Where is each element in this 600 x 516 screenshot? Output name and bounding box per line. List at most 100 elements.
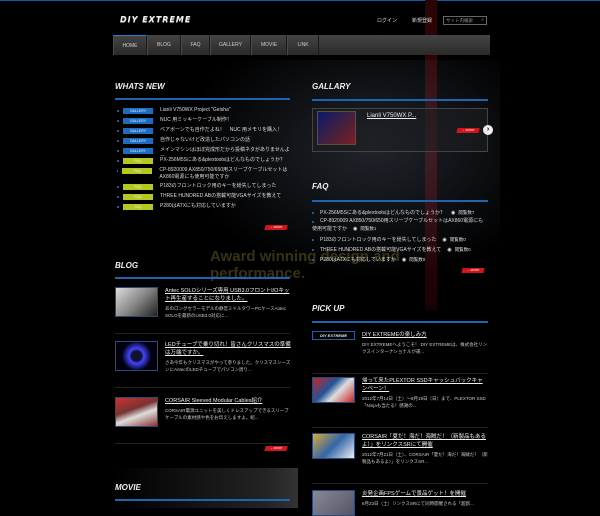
eye-icon: ◉ (442, 237, 447, 243)
whats-new-item[interactable]: FAQ P280はATXにも対応していますか (117, 203, 292, 210)
item-divider (115, 387, 290, 388)
nav-gallery[interactable]: GALLERY (210, 35, 251, 55)
whats-new-more-button[interactable]: → MORE (264, 225, 288, 230)
faq-title: FAQ (312, 182, 329, 191)
section-divider (115, 499, 290, 501)
faq-question[interactable]: P280はATXにも対応していますか (312, 257, 396, 263)
pickup-item-excerpt: 6月23日（土）リンクスSRにて同時開催される「超新... (362, 501, 474, 506)
register-link[interactable]: 新規登録 (412, 17, 432, 24)
pickup-item-title[interactable]: 炎発企画FPSゲームで景品ゲット！を開催 (362, 490, 488, 498)
item-divider (312, 483, 488, 484)
blog-item-excerpt: あのロングセラーモデルの静音ミドルタワーPCケースAntec SOLOを最新のU… (165, 306, 287, 318)
nav-blog[interactable]: BLOG (147, 35, 181, 55)
gallery-more-button[interactable]: → MORE (456, 128, 480, 133)
blog-thumbnail[interactable] (115, 397, 158, 427)
faq-item[interactable]: P183のフロントロック用のキーを紛失してしまった ◉ 閲覧数0 (312, 236, 488, 244)
blog-item-excerpt: さあ今年もクリスマスがやって参りました。クリスマスシーズンにAntecのLEDチ… (165, 360, 291, 372)
faq-question[interactable]: CP-8920009 AX850/750/650用スリーブケーブルセットはAX8… (312, 218, 483, 232)
faq-question[interactable]: THREE HUNDRED ABの搭載可能VGAサイズを教えて (312, 247, 441, 253)
pickup-item-title[interactable]: 帰って来たPLEXTOR SSDキャッシュバックキャンペーン！ (362, 377, 488, 393)
category-badge[interactable]: FAQ (123, 184, 153, 190)
faq-question[interactable]: P183のフロントロック用のキーを紛失してしまった (312, 237, 436, 243)
whats-new-item[interactable]: FAQ THREE HUNDRED ABの搭載可能VGAサイズを教えて (117, 193, 292, 200)
gallery-thumbnail[interactable] (317, 111, 356, 145)
whats-new-link[interactable]: THREE HUNDRED ABの搭載可能VGAサイズを教えて (160, 193, 281, 200)
bullet-icon (117, 120, 119, 122)
pickup-thumbnail[interactable] (312, 490, 355, 516)
blog-thumbnail[interactable] (115, 287, 158, 317)
faq-item[interactable]: P280はATXにも対応していますか ◉ 閲覧数0 (312, 256, 488, 264)
whats-new-link[interactable]: CP-8920009 AX850/750/650用スリーブケーブルセットはAX8… (159, 167, 292, 181)
pickup-item-title[interactable]: DIY EXTREMEの楽しみ方 (362, 331, 488, 339)
top-accent-line (0, 0, 600, 1)
diy-extreme-badge[interactable]: DIY EXTREME (312, 331, 355, 340)
whats-new-item[interactable]: FAQ CP-8920009 AX850/750/650用スリーブケーブルセットは… (117, 167, 292, 181)
whats-new-link[interactable]: P183のフロントロック用のキーを紛失してしまった (160, 183, 276, 190)
category-badge[interactable]: GALLERY (123, 128, 153, 134)
category-badge[interactable]: GALLERY (123, 138, 153, 144)
faq-question[interactable]: PX-256M5Sにある&plextoolsはどんなものでしょうか？ (312, 210, 445, 216)
whats-new-item[interactable]: FAQ PX-256M5Sにある&plextoolsはどんなものでしょうか？ (117, 157, 292, 164)
bullet-icon (117, 150, 119, 152)
faq-item[interactable]: CP-8920009 AX850/750/650用スリーブケーブルセットはAX8… (312, 218, 488, 233)
bullet-icon (117, 130, 119, 132)
eye-icon: ◉ (353, 226, 358, 232)
whats-new-link[interactable]: 自作じゃないけど改造したパソコンの話 (160, 137, 250, 144)
nav-link[interactable]: LINK (287, 35, 319, 55)
whats-new-link[interactable]: P280はATXにも対応していますか (160, 203, 236, 210)
login-link[interactable]: ログイン (377, 17, 397, 24)
chevron-right-icon[interactable]: › (483, 125, 493, 135)
blog-item-excerpt: CORSAIR電源ユニットを美しくドレスアップできるスリーブケーブルの素材感や色… (165, 408, 289, 420)
whats-new-item[interactable]: GALLERY NUC 用ミッキーケーブル制作！ (117, 117, 292, 124)
pickup-item-excerpt: DIY EXTREMEへようこそ！ DIY EXTREMEは、株式会社リンクスイ… (362, 342, 488, 354)
item-divider (115, 443, 290, 444)
item-divider (115, 333, 290, 334)
pickup-item-excerpt: 2012年7月21日（土）、CORSAIR「夏だ！海だ！海賊だ！（新製品もあるよ… (362, 452, 488, 464)
site-logo[interactable]: DIY EXTREME (120, 15, 191, 24)
eye-icon: ◉ (447, 247, 452, 253)
whats-new-link[interactable]: ベアボーンでも自作だよね！ NUC 用メモリを購入！ (160, 127, 282, 134)
category-badge[interactable]: FAQ (123, 158, 153, 164)
whats-new-link[interactable]: PX-256M5Sにある&plextoolsはどんなものでしょうか？ (160, 157, 285, 164)
bullet-icon (117, 196, 119, 198)
blog-item-title[interactable]: Antec SOLOシリーズ専用 USB3.0フロントI/Oキット再生産すること… (165, 287, 291, 303)
bullet-icon (117, 140, 119, 142)
category-badge[interactable]: GALLERY (122, 148, 153, 154)
category-badge[interactable]: FAQ (123, 204, 153, 210)
faq-item[interactable]: PX-256M5Sにある&plextoolsはどんなものでしょうか？ ◉ 閲覧数7 (312, 209, 488, 217)
bullet-icon (117, 110, 119, 112)
whats-new-item[interactable]: FAQ P183のフロントロック用のキーを紛失してしまった (117, 183, 292, 190)
view-count: 閲覧数0 (409, 257, 426, 262)
pickup-item-title[interactable]: CORSAIR「夏だ！海だ！海賊だ！（新製品もあるよ）」をリンクスSRにて開催 (362, 433, 488, 449)
search-icon[interactable]: ⌕ (481, 17, 484, 23)
item-divider (312, 373, 488, 374)
category-badge[interactable]: GALLERY (123, 108, 153, 114)
whats-new-item[interactable]: GALLERY Lianli V750WX Project "Geisha" (117, 107, 292, 114)
bullet-icon (117, 160, 119, 162)
faq-item[interactable]: THREE HUNDRED ABの搭載可能VGAサイズを教えて ◉ 閲覧数0 (312, 246, 488, 254)
blog-item-title[interactable]: CORSAIR Sleeved Modular Cables紹介 (165, 397, 291, 405)
section-divider (115, 277, 290, 279)
faq-more-button[interactable]: → MORE (461, 268, 485, 273)
whats-new-link[interactable]: NUC 用ミッキーケーブル制作！ (160, 117, 232, 124)
blog-thumbnail[interactable] (115, 341, 158, 371)
pickup-thumbnail[interactable] (312, 433, 355, 459)
view-count: 閲覧数1 (360, 226, 377, 231)
blog-more-button[interactable]: → MORE (264, 446, 288, 451)
category-badge[interactable]: FAQ (122, 168, 153, 174)
category-badge[interactable]: GALLERY (123, 118, 153, 124)
nav-movie[interactable]: MOVIE (251, 35, 287, 55)
blog-item-title[interactable]: LEDチューブで乗り切れ！皆さんクリスマスの準備は万端ですか。 (165, 341, 291, 357)
pickup-thumbnail[interactable] (312, 377, 355, 403)
bullet-icon (117, 206, 119, 208)
search-input[interactable]: サイト内検索 ⌕ (443, 16, 487, 25)
whats-new-item[interactable]: GALLERY 自作じゃないけど改造したパソコンの話 (117, 137, 292, 144)
gallery-item-title[interactable]: Lianli V750WX P... (367, 113, 416, 119)
bullet-icon (117, 186, 119, 188)
category-badge[interactable]: FAQ (123, 194, 153, 200)
section-divider (312, 321, 488, 323)
nav-faq[interactable]: FAQ (181, 35, 210, 55)
whats-new-link[interactable]: Lianli V750WX Project "Geisha" (160, 107, 231, 114)
whats-new-item[interactable]: GALLERY ベアボーンでも自作だよね！ NUC 用メモリを購入！ (117, 127, 292, 134)
nav-home[interactable]: HOME (113, 35, 147, 55)
